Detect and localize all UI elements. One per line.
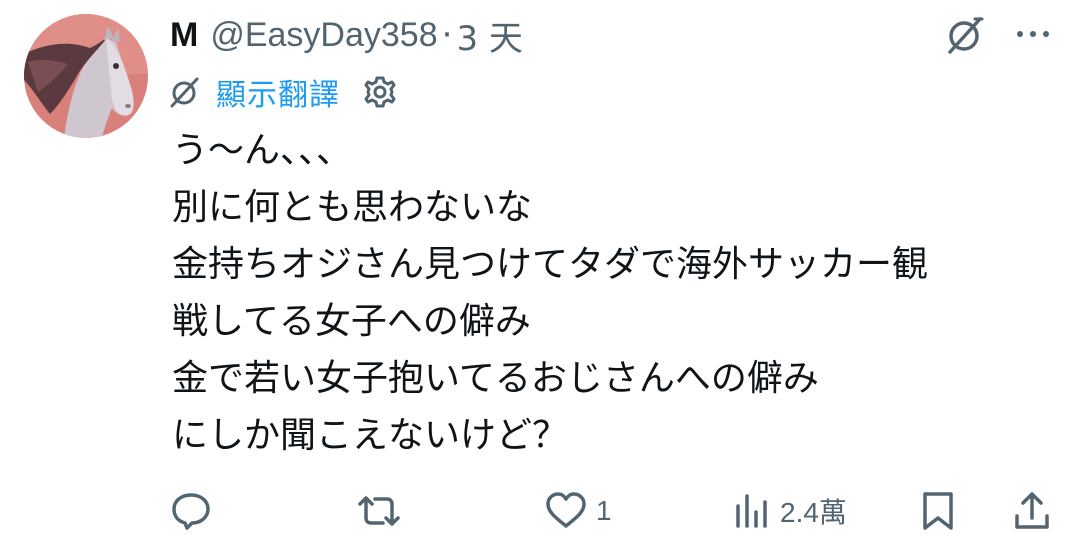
views-count: 2.4萬 — [780, 497, 847, 528]
grok-translate-icon — [170, 77, 199, 108]
action-bar: 1 2.4萬 — [0, 486, 1080, 536]
show-translation-link[interactable]: 顯示翻譯 — [216, 70, 340, 114]
bookmark-icon — [923, 492, 953, 530]
views-button[interactable]: 2.4萬 — [732, 486, 847, 536]
post-text-line: 金で若い女子抱いてるおじさんへの僻み — [172, 358, 819, 399]
post-text: う〜ん、、、 別に何とも思わないな 金持ちオジさん見つけてタダで海外サッカー観 … — [172, 122, 1052, 464]
post-text-line: 戦してる女子への僻み — [172, 301, 531, 342]
gear-icon[interactable] — [362, 74, 398, 110]
post-text-line: う〜ん、、、 — [172, 130, 353, 171]
post-text-line: 別に何とも思わないな — [172, 187, 533, 228]
separator-dot: · — [441, 15, 453, 55]
views-icon — [736, 494, 767, 528]
heart-icon — [546, 492, 586, 528]
like-count: 1 — [596, 495, 612, 526]
reply-icon — [172, 493, 210, 530]
repost-icon — [358, 496, 400, 526]
display-name[interactable]: M — [170, 16, 198, 55]
repost-button[interactable] — [356, 486, 410, 536]
post-text-line: にしか聞こえないけど？ — [172, 415, 569, 456]
bookmark-button[interactable] — [918, 486, 958, 536]
share-button[interactable] — [1012, 486, 1052, 536]
like-button[interactable]: 1 — [544, 486, 612, 536]
timestamp[interactable]: 3 天 — [456, 11, 522, 60]
avatar[interactable] — [24, 14, 148, 138]
reply-button[interactable] — [170, 486, 220, 536]
translate-row: 顯示翻譯 — [168, 70, 398, 114]
more-options-icon[interactable] — [1010, 16, 1056, 52]
grok-icon[interactable] — [944, 14, 988, 56]
post: M @EasyDay358 · 3 天 顯示翻譯 う〜ん、、、 別に何とも思わな… — [0, 0, 1080, 559]
post-text-line: 金持ちオジさん見つけてタダで海外サッカー観 — [172, 244, 929, 285]
user-handle[interactable]: @EasyDay358 — [210, 16, 437, 55]
share-icon — [1015, 492, 1049, 529]
post-header: M @EasyDay358 · 3 天 — [170, 11, 523, 60]
